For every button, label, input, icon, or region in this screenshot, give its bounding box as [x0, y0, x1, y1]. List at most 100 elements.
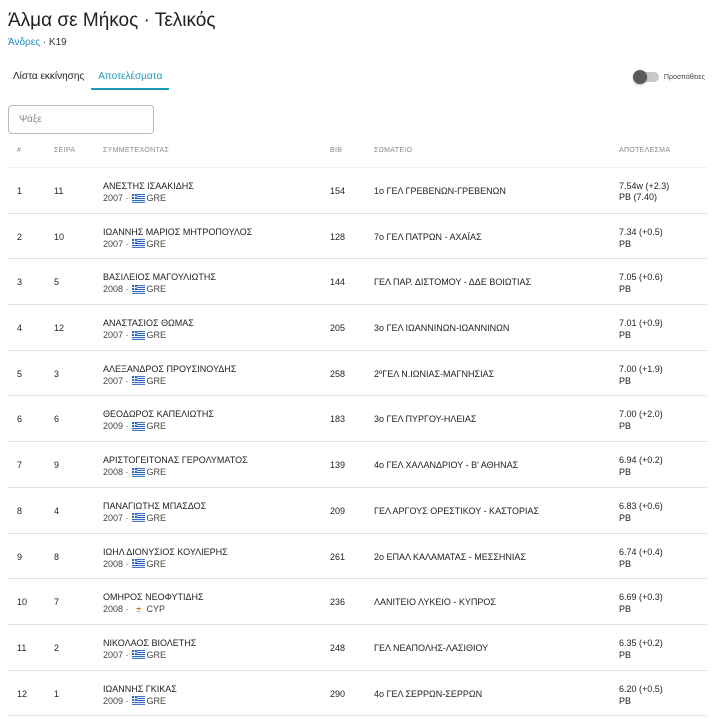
table-row[interactable]: 11 2 ΝΙΚΟΛΑΟΣ ΒΙΟΛΕΤΗΣ 2007 · GRE 248 ΓΕΛ ΝΕΑΠ… — [8, 625, 707, 671]
table-row[interactable]: 3 5 ΒΑΣΙΛΕΙΟΣ ΜΑΓΟΥΛΙΩΤΗΣ 2008 · GRE 144 ΓΕΛ Π… — [8, 259, 707, 306]
country-code: GRE — [146, 375, 167, 386]
country-code: GRE — [146, 558, 167, 569]
table-row[interactable]: 10 7 ΟΜΗΡΟΣ ΝΕΟΦΥΤΙΔΗΣ 2008 · CYP 236 ΛΑΝΙΤΕΙΟ… — [8, 579, 707, 625]
table-row[interactable]: 12 1 ΙΩΑΝΝΗΣ ΓΚΙΚΑΣ 2009 · GRE 290 4ο ΓΕΛ ΣΕΡΡ… — [8, 671, 707, 717]
attempts-toggle[interactable] — [632, 70, 659, 84]
athlete-meta: 2008 · GRE — [103, 559, 166, 569]
row-position: 5 — [17, 368, 23, 379]
athlete-name[interactable]: ΙΩΑΝΝΗΣ ΓΚΙΚΑΣ — [103, 684, 177, 694]
athlete-name[interactable]: ΑΛΕΞΑΝΔΡΟΣ ΠΡΟΥΣΙΝΟΥΔΗΣ — [103, 364, 236, 374]
result-mark: 7.05 (+0.6) — [619, 272, 663, 283]
birth-year: 2008 — [103, 558, 124, 569]
meta-separator: · — [123, 604, 129, 615]
athlete-name[interactable]: ΟΜΗΡΟΣ ΝΕΟΦΥΤΙΔΗΣ — [103, 592, 204, 602]
club-name: 2ºΓΕΛ Ν.ΙΩΝΙΑΣ-ΜΑΓΝΗΣΙΑΣ — [374, 368, 495, 379]
results-table: 1 11 ΑΝΕΣΤΗΣ ΙΣΑΑΚΙΔΗΣ 2007 · GRE 154 1ο ΓΕΛ Γ… — [0, 168, 715, 717]
row-position: 8 — [17, 505, 23, 516]
athlete-meta: 2007 · GRE — [103, 513, 166, 523]
result-note: PB — [619, 375, 632, 386]
greece-flag-icon — [131, 376, 145, 386]
birth-year: 2008 — [103, 604, 124, 615]
result-mark: 6.20 (+0.5) — [619, 683, 663, 694]
category-link[interactable]: Άνδρες — [8, 37, 40, 48]
club-name: 4ο ΓΕΛ ΣΕΡΡΩΝ-ΣΕΡΡΩΝ — [374, 688, 483, 699]
athlete-name[interactable]: ΑΡΙΣΤΟΓΕΙΤΟΝΑΣ ΓΕΡΟΛΥΜΑΤΟΣ — [103, 455, 248, 465]
row-order: 4 — [54, 505, 60, 516]
greece-flag-icon — [131, 285, 145, 294]
birth-year: 2009 — [103, 695, 124, 706]
athlete-name[interactable]: ΝΙΚΟΛΑΟΣ ΒΙΟΛΕΤΗΣ — [103, 638, 196, 648]
athlete-name[interactable]: ΑΝΕΣΤΗΣ ΙΣΑΑΚΙΔΗΣ — [103, 181, 194, 191]
column-header-athlete: ΣΥΜΜΕΤΕΧΟΝΤΑΣ — [103, 147, 170, 154]
country-code: GRE — [146, 512, 167, 523]
table-row[interactable]: 9 8 ΙΩΗΛ ΔΙΟΝΥΣΙΟΣ ΚΟΥΛΙΕΡΗΣ 2008 · GRE 261 2ο… — [8, 534, 707, 580]
tab-start-list[interactable]: Λίστα εκκίνησης — [6, 66, 91, 90]
bib-number: 258 — [330, 368, 346, 379]
country-code: GRE — [146, 238, 167, 249]
result-mark: 6.69 (+0.3) — [619, 592, 663, 603]
athlete-name[interactable]: ΘΕΟΔΩΡΟΣ ΚΑΠΕΛΙΩΤΗΣ — [103, 409, 214, 419]
result-mark: 7.34 (+0.5) — [619, 226, 663, 237]
athlete-meta: 2008 · GRE — [103, 467, 166, 477]
result-note: PB — [619, 330, 632, 341]
row-position: 4 — [17, 323, 23, 334]
result-mark: 7.00 (+2.0) — [619, 409, 663, 420]
athlete-name[interactable]: ΑΝΑΣΤΑΣΙΟΣ ΘΩΜΑΣ — [103, 318, 194, 328]
greece-flag-icon — [131, 696, 145, 705]
row-position: 12 — [17, 688, 28, 699]
club-name: 3ο ΓΕΛ ΙΩΑΝΝΙΝΩΝ-ΙΩΑΝΝΙΝΩΝ — [374, 323, 510, 334]
tab-results[interactable]: Αποτελέσματα — [91, 66, 170, 90]
cyprus-flag-icon — [131, 604, 145, 614]
column-header-order: ΣΕΙΡΑ — [54, 147, 76, 154]
table-row[interactable]: 7 9 ΑΡΙΣΤΟΓΕΙΤΟΝΑΣ ΓΕΡΟΛΥΜΑΤΟΣ 2008 · GRE 139… — [8, 442, 707, 488]
birth-year: 2007 — [103, 512, 124, 523]
athlete-meta: 2009 · GRE — [103, 421, 166, 431]
row-position: 9 — [17, 551, 23, 562]
table-row[interactable]: 1 11 ΑΝΕΣΤΗΣ ΙΣΑΑΚΙΔΗΣ 2007 · GRE 154 1ο ΓΕΛ Γ… — [8, 168, 707, 214]
athlete-meta: 2007 · GRE — [103, 650, 166, 660]
row-order: 2 — [54, 642, 60, 653]
row-order: 3 — [54, 368, 60, 379]
bib-number: 139 — [330, 460, 346, 471]
row-position: 3 — [17, 277, 23, 288]
athlete-name[interactable]: ΠΑΝΑΓΙΩΤΗΣ ΜΠΑΣΔΟΣ — [103, 501, 206, 511]
athlete-name[interactable]: ΙΩΗΛ ΔΙΟΝΥΣΙΟΣ ΚΟΥΛΙΕΡΗΣ — [103, 547, 228, 557]
page-title: Άλμα σε Μήκος · Τελικός — [8, 10, 216, 31]
table-row[interactable]: 4 12 ΑΝΑΣΤΑΣΙΟΣ ΘΩΜΑΣ 2007 · GRE 205 3ο ΓΕΛ ΙΩ… — [8, 305, 707, 351]
column-header-club: ΣΩΜΑΤΕΙΟ — [374, 147, 413, 154]
greece-flag-icon — [131, 193, 145, 203]
meta-separator: · — [123, 284, 129, 295]
country-code: GRE — [146, 421, 167, 432]
category-age: K19 — [48, 37, 67, 48]
result-mark: 7.54w (+2.3) — [619, 181, 670, 191]
row-position: 6 — [17, 414, 23, 425]
meta-separator: · — [123, 330, 129, 341]
tab-bar: Λίστα εκκίνησης Αποτελέσματα — [6, 66, 170, 90]
meta-separator: · — [123, 421, 129, 432]
row-order: 12 — [54, 323, 65, 334]
club-name: 3ο ΓΕΛ ΠΥΡΓΟΥ-ΗΛΕΙΑΣ — [374, 414, 477, 425]
row-order: 7 — [54, 597, 60, 608]
row-order: 5 — [54, 277, 60, 288]
result-note: PB — [619, 467, 632, 478]
bib-number: 261 — [330, 551, 346, 562]
athlete-name[interactable]: ΒΑΣΙΛΕΙΟΣ ΜΑΓΟΥΛΙΩΤΗΣ — [103, 272, 216, 282]
table-row[interactable]: 8 4 ΠΑΝΑΓΙΩΤΗΣ ΜΠΑΣΔΟΣ 2007 · GRE 209 ΓΕΛ ΑΡΓΟ… — [8, 488, 707, 534]
bib-number: 236 — [330, 597, 346, 608]
greece-flag-icon — [131, 513, 145, 523]
table-row[interactable]: 6 6 ΘΕΟΔΩΡΟΣ ΚΑΠΕΛΙΩΤΗΣ 2009 · GRE 183 3ο ΓΕΛ … — [8, 396, 707, 443]
row-position: 11 — [17, 642, 27, 653]
country-code: GRE — [146, 193, 167, 203]
table-row[interactable]: 5 3 ΑΛΕΞΑΝΔΡΟΣ ΠΡΟΥΣΙΝΟΥΔΗΣ 2007 · GRE 258 2ºΓ… — [8, 351, 707, 397]
athlete-name[interactable]: ΙΩΑΝΝΗΣ ΜΑΡΙΟΣ ΜΗΤΡΟΠΟΥΛΟΣ — [103, 227, 252, 237]
club-name: 2ο ΕΠΑΛ ΚΑΛΑΜΑΤΑΣ - ΜΕΣΣΗΝΙΑΣ — [374, 551, 526, 562]
club-name: 1ο ΓΕΛ ΓΡΕΒΕΝΩΝ-ΓΡΕΒΕΝΩΝ — [374, 186, 506, 196]
result-mark: 6.74 (+0.4) — [619, 546, 663, 557]
result-note: PB (7.40) — [619, 192, 658, 202]
table-row[interactable]: 2 10 ΙΩΑΝΝΗΣ ΜΑΡΙΟΣ ΜΗΤΡΟΠΟΥΛΟΣ 2007 · GRE 12… — [8, 214, 707, 260]
category-line: Άνδρες · K19 — [8, 37, 67, 48]
search-input[interactable] — [8, 105, 154, 134]
bib-number: 209 — [330, 505, 346, 516]
column-header-pos: # — [17, 147, 22, 154]
club-name: 7ο ΓΕΛ ΠΑΤΡΩΝ - ΑΧΑΪΑΣ — [374, 231, 482, 242]
